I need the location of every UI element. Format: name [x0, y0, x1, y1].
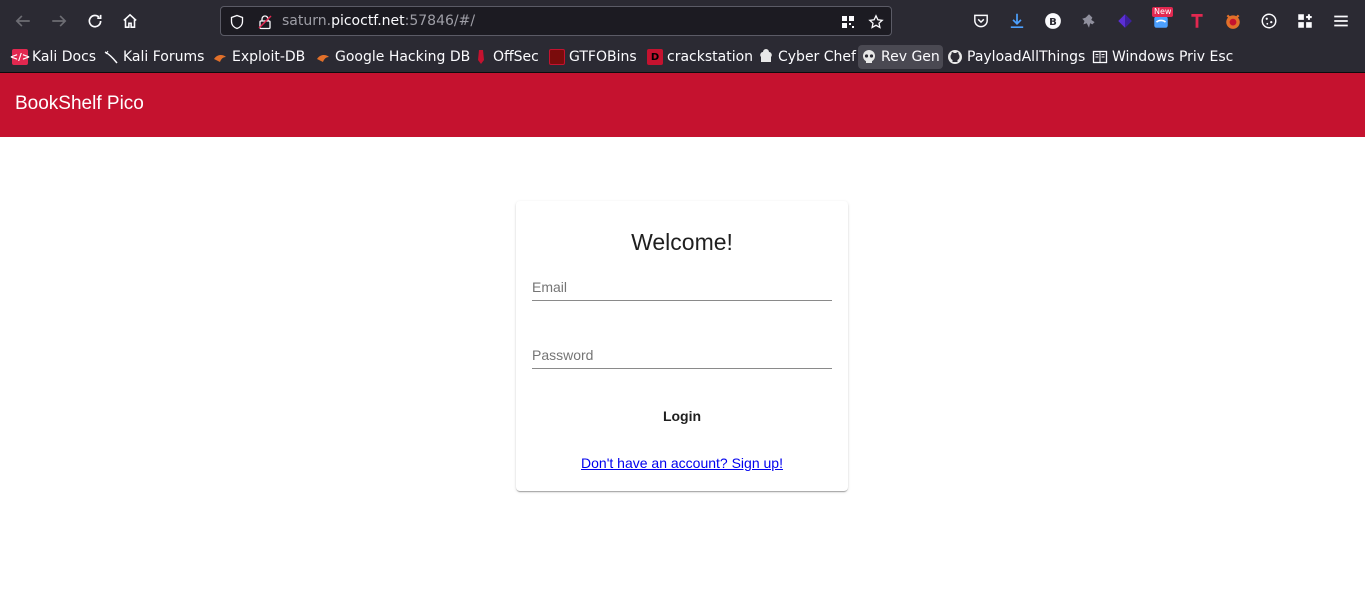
crackstation-icon: D	[647, 49, 663, 65]
svg-text:B: B	[1049, 17, 1057, 28]
github-icon	[947, 49, 963, 65]
bookmark-star-icon[interactable]	[867, 13, 885, 31]
shield-icon[interactable]	[228, 13, 246, 31]
bookmark-exploit-db[interactable]: Exploit-DB	[209, 45, 308, 69]
extension-diamond-icon[interactable]	[1114, 10, 1136, 32]
bookmark-label: Rev Gen	[881, 49, 940, 65]
arrow-right-icon	[52, 15, 67, 27]
bookmark-label: Windows Priv Esc	[1112, 49, 1234, 65]
email-field	[532, 271, 832, 301]
offsec-icon	[473, 49, 489, 65]
new-badge: New	[1152, 7, 1174, 17]
kali-docs-icon: </>	[10, 49, 30, 65]
bookmark-label: OffSec	[493, 49, 539, 65]
bookmark-label: Exploit-DB	[232, 49, 306, 65]
bookmark-windows-priv-esc[interactable]: Windows Priv Esc	[1089, 45, 1236, 69]
bookmark-payloadallthings[interactable]: PayloadAllThings	[944, 45, 1088, 69]
kali-forums-icon	[103, 49, 119, 65]
bookmark-gtfobins[interactable]: GTFOBins	[546, 45, 640, 69]
login-button[interactable]: Login	[646, 401, 718, 431]
password-field	[532, 339, 832, 369]
bookmark-rev-gen[interactable]: Rev Gen	[858, 45, 943, 69]
bookmark-label: Kali Docs	[32, 49, 97, 65]
reload-button[interactable]	[81, 7, 109, 35]
bookmark-kali-forums[interactable]: Kali Forums	[100, 45, 207, 69]
skull-icon	[861, 49, 877, 65]
signup-link-text[interactable]: Don't have an account? Sign up!	[581, 455, 783, 471]
bookmark-google-hacking-db[interactable]: Google Hacking DB	[312, 45, 473, 69]
address-bar[interactable]: saturn.picoctf.net:57846/#/	[220, 6, 892, 36]
bookmark-crackstation[interactable]: D crackstation	[644, 45, 756, 69]
cyberchef-icon	[758, 49, 774, 65]
cookie-icon[interactable]	[1258, 10, 1280, 32]
qr-code-icon[interactable]	[839, 13, 857, 31]
home-icon	[123, 13, 137, 28]
gtfobins-icon	[549, 49, 565, 65]
arrow-left-icon	[15, 15, 30, 27]
menu-hamburger-icon[interactable]	[1330, 10, 1352, 32]
url-subdomain: saturn.	[282, 13, 332, 29]
email-input[interactable]	[532, 271, 832, 300]
bookmark-label: GTFOBins	[569, 49, 637, 65]
bookmark-offsec[interactable]: OffSec	[470, 45, 542, 69]
ghdb-icon	[315, 49, 331, 65]
extension-b-icon[interactable]: B	[1042, 10, 1064, 32]
app-header: BookShelf Pico	[0, 73, 1365, 137]
pocket-icon[interactable]	[970, 10, 992, 32]
extension-t-icon[interactable]	[1186, 10, 1208, 32]
bookmark-label: Google Hacking DB	[335, 49, 471, 65]
bookmarks-toolbar: </> Kali Docs Kali Forums Exploit-DB Goo…	[0, 42, 1365, 73]
bookmark-label: Kali Forums	[123, 49, 205, 65]
app-title[interactable]: BookShelf Pico	[15, 93, 144, 115]
forward-button[interactable]	[45, 7, 73, 35]
book-icon	[1092, 49, 1108, 65]
insecure-lock-icon[interactable]	[256, 13, 274, 31]
bookmark-label: Cyber Chef	[778, 49, 856, 65]
welcome-heading: Welcome!	[631, 229, 733, 255]
url-text: saturn.picoctf.net:57846/#/	[282, 13, 475, 29]
bookmark-kali-docs[interactable]: </> Kali Docs	[9, 45, 99, 69]
password-input[interactable]	[532, 339, 832, 368]
url-domain: picoctf.net	[331, 13, 405, 29]
reload-icon	[88, 14, 102, 28]
login-card: Welcome! Login Don't have an account? Si…	[516, 201, 848, 491]
exploit-db-icon	[212, 49, 228, 65]
back-button[interactable]	[9, 7, 37, 35]
browser-toolbar: saturn.picoctf.net:57846/#/ B New	[0, 0, 1365, 42]
bookmark-cyber-chef[interactable]: Cyber Chef	[755, 45, 859, 69]
bookmark-label: PayloadAllThings	[967, 49, 1086, 65]
url-path: :57846/#/	[404, 13, 476, 29]
extension-fox-icon[interactable]	[1222, 10, 1244, 32]
download-icon[interactable]	[1006, 10, 1028, 32]
bookmark-label: crackstation	[667, 49, 754, 65]
extensions-puzzle-icon[interactable]	[1294, 10, 1316, 32]
extension-gray-icon[interactable]	[1078, 10, 1100, 32]
home-button[interactable]	[116, 7, 144, 35]
signup-link: Don't have an account? Sign up!	[516, 455, 848, 471]
